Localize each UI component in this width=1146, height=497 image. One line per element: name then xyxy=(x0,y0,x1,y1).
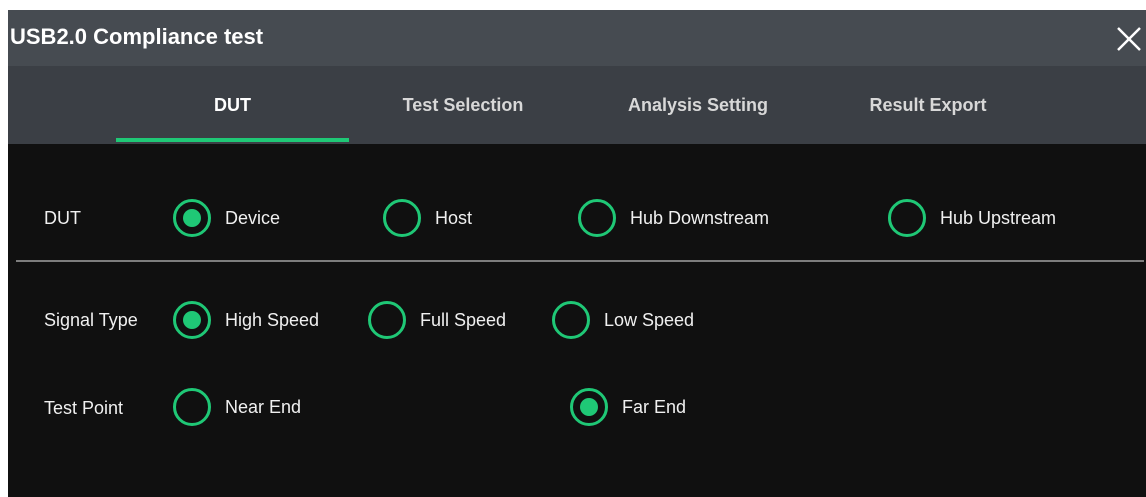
radio-unselected-icon xyxy=(173,388,211,426)
radio-unselected-icon xyxy=(888,199,926,237)
radio-label: Device xyxy=(225,207,281,228)
dut-settings-panel: DUT Device Host Hub Downstream Hub Upstr… xyxy=(8,144,1146,497)
dut-option-hub-downstream[interactable]: Hub Downstream xyxy=(578,199,769,237)
compliance-test-dialog: USB2.0 Compliance test DUT Test Selectio… xyxy=(8,10,1146,497)
radio-unselected-icon xyxy=(368,301,406,339)
test-point-option-near-end[interactable]: Near End xyxy=(173,388,301,426)
radio-label: High Speed xyxy=(225,309,320,330)
close-icon xyxy=(1117,27,1141,51)
radio-label: Far End xyxy=(622,396,687,417)
radio-unselected-icon xyxy=(578,199,616,237)
radio-label: Hub Downstream xyxy=(630,207,770,228)
radio-label: Low Speed xyxy=(604,309,695,330)
tab-analysis-setting[interactable]: Analysis Setting xyxy=(578,66,818,144)
signal-option-low-speed[interactable]: Low Speed xyxy=(552,301,694,339)
radio-label: Full Speed xyxy=(420,309,507,330)
close-button[interactable] xyxy=(1110,20,1146,56)
active-tab-indicator xyxy=(116,138,349,142)
radio-label: Host xyxy=(435,207,473,228)
tab-dut[interactable]: DUT xyxy=(116,66,349,144)
radio-label: Hub Upstream xyxy=(940,207,1057,228)
radio-selected-icon xyxy=(173,199,211,237)
title-bar: USB2.0 Compliance test xyxy=(8,10,1146,66)
radio-unselected-icon xyxy=(383,199,421,237)
dut-option-hub-upstream[interactable]: Hub Upstream xyxy=(888,199,1056,237)
radio-unselected-icon xyxy=(552,301,590,339)
section-divider xyxy=(16,260,1144,262)
signal-type-label: Signal Type xyxy=(44,310,138,330)
radio-selected-icon xyxy=(173,301,211,339)
test-point-label: Test Point xyxy=(44,398,124,418)
radio-label: Near End xyxy=(225,396,302,417)
radio-selected-icon xyxy=(570,388,608,426)
tab-result-export[interactable]: Result Export xyxy=(828,66,1028,144)
dut-option-device[interactable]: Device xyxy=(173,199,280,237)
tab-test-selection[interactable]: Test Selection xyxy=(358,66,568,144)
signal-option-high-speed[interactable]: High Speed xyxy=(173,301,319,339)
signal-option-full-speed[interactable]: Full Speed xyxy=(368,301,506,339)
dialog-title: USB2.0 Compliance test xyxy=(10,24,264,49)
dut-label: DUT xyxy=(44,208,81,228)
tab-bar: DUT Test Selection Analysis Setting Resu… xyxy=(8,66,1146,144)
dut-option-host[interactable]: Host xyxy=(383,199,472,237)
test-point-option-far-end[interactable]: Far End xyxy=(570,388,686,426)
